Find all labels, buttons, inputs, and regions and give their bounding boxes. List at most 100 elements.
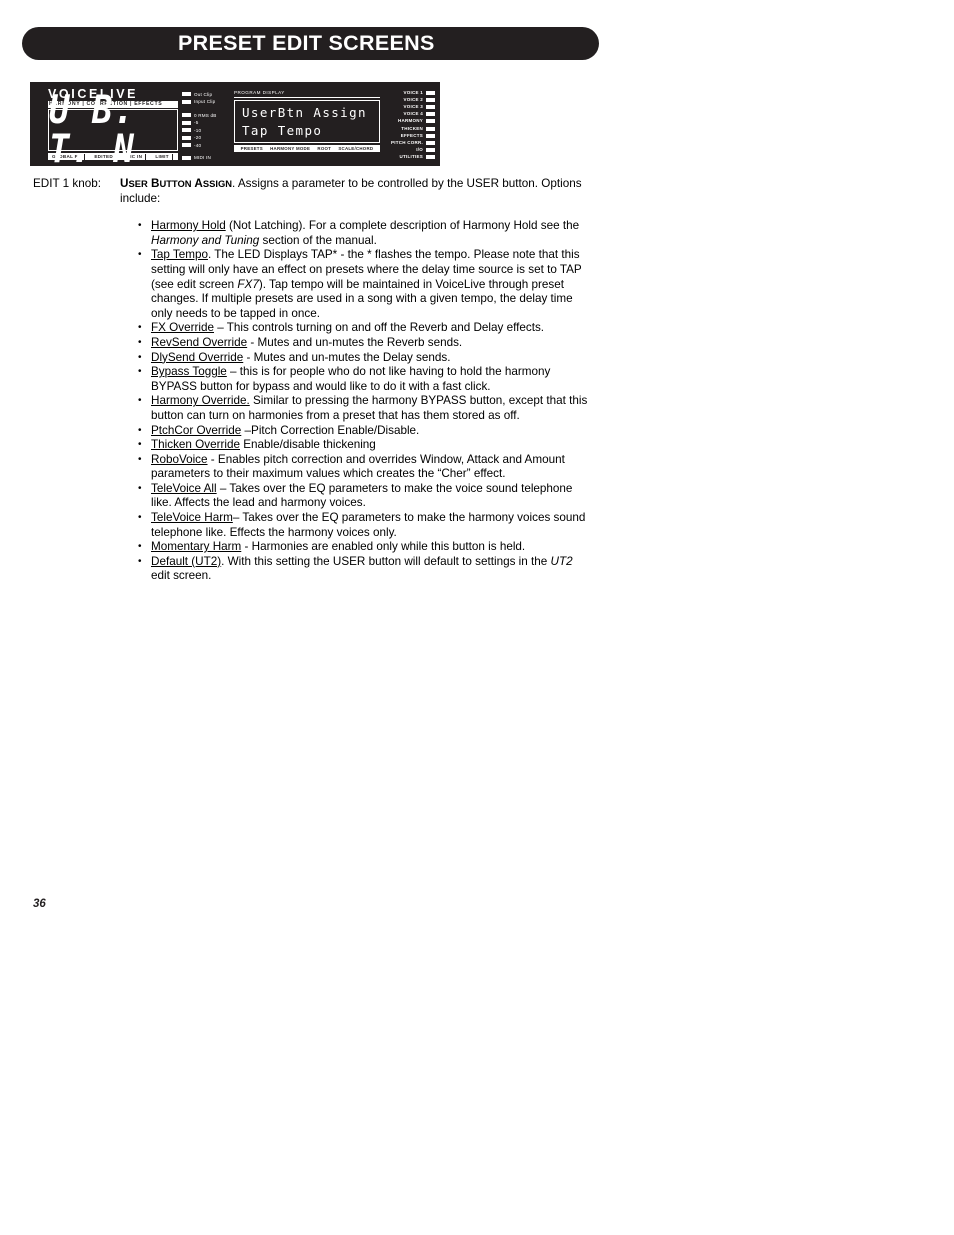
led-chip-icon [426,119,435,124]
option-text: – This controls turning on and off the R… [214,321,545,335]
meter-row-midi-in: MIDI IN [182,154,234,161]
meter-label-out-clip: Out Clip [194,91,213,97]
option-term-harmony-hold: Harmony Hold [151,219,226,233]
list-item: RoboVoice - Enables pitch correction and… [137,453,593,482]
led-label-io: I/O [416,147,423,153]
led-chip-icon [182,120,191,125]
meter-row-minus40: -40 [182,142,234,149]
led-row-voice-4: VOICE 4 [382,111,435,118]
option-text: - Mutes and un-mutes the Reverb sends. [247,335,463,349]
led-chip-icon [426,148,435,153]
led-row-voice-3: VOICE 3 [382,103,435,110]
led-chip-icon [182,92,191,97]
program-display-screen: UserBtn Assign Tap Tempo [234,100,380,143]
page-header-banner: PRESET EDIT SCREENS [22,27,599,60]
led-label-utilities: UTILITIES [399,154,423,160]
parameter-name-user-button-assign: USER BUTTON ASSIGN [120,177,233,190]
led-row-effects: EFFECTS [382,132,435,139]
option-text: - Enables pitch correction and overrides… [151,452,565,481]
option-italic: Harmony and Tuning [151,233,260,247]
list-item: Thicken Override Enable/disable thickeni… [137,438,593,453]
led-row-io: I/O [382,147,435,154]
led-chip-icon [426,140,435,145]
option-text: - Harmonies are enabled only while this … [241,540,526,554]
meter-row-minus10: -10 [182,127,234,134]
list-item: TeleVoice All – Takes over the EQ parame… [137,482,593,511]
led-chip-icon [182,155,191,160]
option-text: –Pitch Correction Enable/Disable. [241,423,420,437]
led-chip-icon [426,133,435,138]
option-italic: UT2 [550,554,573,568]
option-term-ptchcor-override: PtchCor Override [151,423,242,437]
option-term-televoice-all: TeleVoice All [151,481,217,495]
meter-label-minus5: -5 [194,120,199,126]
option-term-dlysend-override: DlySend Override [151,350,244,364]
knob-label: EDIT 1 knob: [33,177,101,190]
footer-label-scale-chord: SCALE/CHORD [338,146,374,151]
program-display-rule [234,97,380,98]
option-term-bypass-toggle: Bypass Toggle [151,365,227,379]
led-row-harmony: HARMONY [382,118,435,125]
option-text: (Not Latching). For a complete descripti… [225,219,580,233]
led-chip-icon [426,90,435,95]
led-chip-icon [426,97,435,102]
led-label-harmony: HARMONY [398,118,423,124]
list-item: FX Override – This controls turning on a… [137,321,593,336]
led-row-voice-2: VOICE 2 [382,96,435,103]
meter-row-input-clip: Input Clip [182,99,234,106]
list-item: PtchCor Override –Pitch Correction Enabl… [137,424,593,439]
page-title: PRESET EDIT SCREENS [178,31,435,55]
program-display-section: PROGRAM DISPLAY UserBtn Assign Tap Tempo… [234,86,382,162]
option-text: . With this setting the USER button will… [221,554,551,568]
program-display-footer-strip: PRESETS HARMONY MODE ROOT SCALE/CHORD [234,145,380,152]
meter-label-minus40: -40 [194,142,202,148]
panel-left-section: VOICELIVE HARMONY | CORRECTION | EFFECTS… [34,86,182,169]
list-item: RevSend Override - Mutes and un-mutes th… [137,336,593,351]
led-label-voice-2: VOICE 2 [403,96,423,102]
option-list: Harmony Hold (Not Latching). For a compl… [33,219,593,584]
led-chip-icon [426,104,435,109]
option-term-robovoice: RoboVoice [151,452,208,466]
program-display-line-1: UserBtn Assign [242,105,367,120]
meter-label-midi-in: MIDI IN [194,155,211,161]
intro-paragraph: EDIT 1 knob: USER BUTTON ASSIGN. Assigns… [33,177,593,206]
led-row-voice-1: VOICE 1 [382,89,435,96]
led-row-utilities: UTILITIES [382,154,435,161]
list-item: DlySend Override - Mutes and un-mutes th… [137,351,593,366]
list-item: Default (UT2). With this setting the USE… [137,555,593,584]
list-item: Bypass Toggle – this is for people who d… [137,365,593,394]
led-chip-icon [426,112,435,117]
option-term-default-ut2: Default (UT2) [151,554,222,568]
led-chip-icon [182,143,191,148]
option-term-harmony-override: Harmony Override. [151,394,250,408]
led-digits-value: U B. T. N [49,87,135,173]
list-item: Harmony Override. Similar to pressing th… [137,394,593,423]
led-chip-icon [426,155,435,160]
led-label-voice-3: VOICE 3 [403,103,423,109]
led-chip-icon [182,113,191,118]
option-term-fx-override: FX Override [151,321,214,335]
panel-meter-section: Out Clip Input Clip 0 RMS dB -5 -10 -20 … [182,86,234,162]
footer-label-root: ROOT [317,146,332,151]
list-item: TeleVoice Harm– Takes over the EQ parame… [137,511,593,540]
led-label-effects: EFFECTS [400,132,423,138]
meter-row-out-clip: Out Clip [182,91,234,98]
led-row-thicken: THICKEN [382,125,435,132]
meter-label-minus20: -20 [194,135,202,141]
meter-row-minus20: -20 [182,135,234,142]
voicelive-front-panel-figure: VOICELIVE HARMONY | CORRECTION | EFFECTS… [30,82,440,169]
led-label-voice-4: VOICE 4 [403,111,423,117]
option-term-thicken-override: Thicken Override [151,438,240,452]
led-chip-icon [182,135,191,140]
list-item: Tap Tempo. The LED Displays TAP* - the *… [137,248,593,321]
footer-label-presets: PRESETS [240,146,263,151]
intro-body-text: USER BUTTON ASSIGN. Assigns a parameter … [120,177,593,206]
option-term-momentary-harm: Momentary Harm [151,540,242,554]
option-term-tap-tempo: Tap Tempo [151,248,208,262]
list-item: Harmony Hold (Not Latching). For a compl… [137,219,593,248]
program-display-caption: PROGRAM DISPLAY [234,90,285,95]
meter-label-minus10: -10 [194,127,202,133]
option-text: Enable/disable thickening [240,438,376,452]
led-row-pitch-corr: PITCH CORR. [382,139,435,146]
option-term-televoice-harm: TeleVoice Harm [151,511,233,525]
